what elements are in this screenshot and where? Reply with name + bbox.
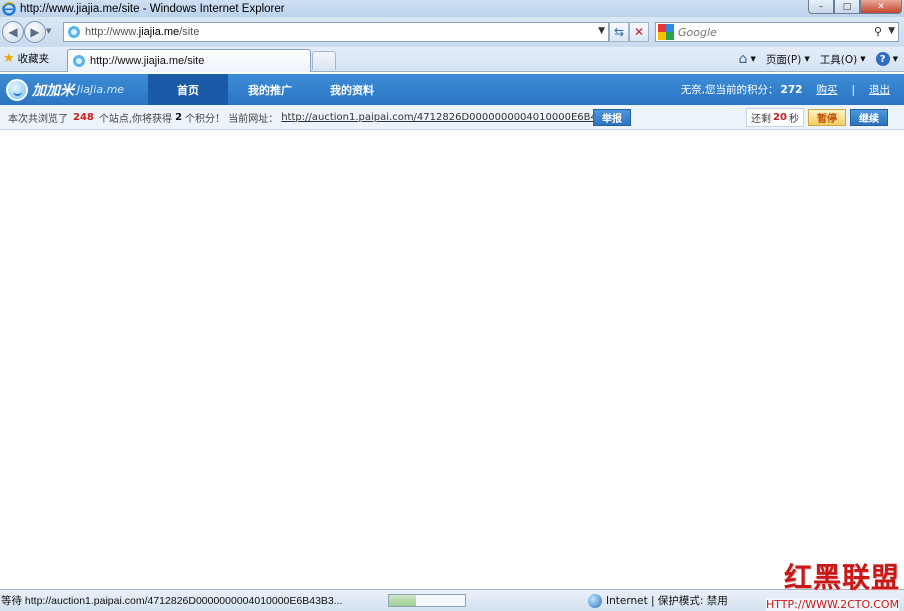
site-logo[interactable]: 加加米 JiaJia.me — [0, 74, 148, 105]
globe-icon — [588, 593, 602, 608]
user-points-area: 无奈,您当前的积分： 272 购买 | 退出 — [681, 74, 890, 105]
new-tab-button[interactable] — [312, 51, 336, 70]
points-earned: 2 — [175, 111, 183, 123]
address-dropdown-icon[interactable]: ▼ — [598, 26, 605, 36]
info-suffix: 个积分！ 当前网址： — [185, 113, 279, 125]
logo-bubble-icon — [6, 78, 28, 101]
search-box[interactable]: ⚲ ▼ — [655, 22, 899, 42]
site-count: 248 — [73, 111, 94, 123]
page-content-area — [0, 131, 904, 589]
browse-info-bar: 本次共浏览了 248 个站点,你将获得 2 个积分！ 当前网址： http://… — [0, 105, 904, 130]
tab-favicon-icon — [73, 55, 85, 67]
help-icon: ? — [875, 52, 890, 66]
search-input[interactable] — [678, 25, 858, 39]
window-title-bar: http://www.jiajia.me/site - Windows Inte… — [0, 0, 904, 17]
status-bar: 等待 http://auction1.paipai.com/4712826D00… — [0, 589, 904, 611]
continue-button[interactable]: 继续 — [850, 109, 888, 126]
stop-icon: ✕ — [633, 25, 645, 39]
current-url-link[interactable]: http://auction1.paipai.com/4712826D00000… — [281, 112, 616, 123]
home-icon: ⌂ — [738, 51, 748, 67]
logo-text-cn: 加加米 — [32, 82, 74, 99]
nav-item-profile[interactable]: 我的资料 — [314, 74, 390, 105]
help-button[interactable]: ? ▼ — [875, 52, 898, 66]
nav-item-home[interactable]: 首页 — [148, 74, 228, 105]
forward-arrow-icon: ▶ — [30, 25, 40, 39]
forward-button[interactable]: ▶ — [24, 21, 46, 43]
points-greeting: 无奈,您当前的积分： — [680, 84, 779, 96]
ie-icon — [2, 1, 16, 16]
pause-button[interactable]: 暂停 — [808, 109, 846, 126]
back-button[interactable]: ◀ — [2, 21, 24, 43]
refresh-icon: ⇆ — [613, 25, 625, 39]
countdown-unit: 秒 — [788, 114, 799, 125]
tools-menu-button[interactable]: 工具(O) ▼ — [820, 52, 866, 67]
loading-progress-bar — [388, 594, 466, 607]
history-dropdown-icon[interactable]: ▼ — [46, 27, 51, 35]
address-toolbar: ◀ ▶ ▼ http://www.jiajia.me/site ▼ ⇆ ✕ ⚲ … — [0, 17, 904, 47]
maximize-button[interactable]: □ — [834, 0, 860, 14]
search-options-dropdown-icon[interactable]: ▼ — [888, 26, 895, 36]
report-button[interactable]: 举报 — [593, 109, 631, 126]
tab-toolbar: ★ 收藏夹 http://www.jiajia.me/site ⌂ ▼ 页面(P)… — [0, 47, 904, 72]
search-icon[interactable]: ⚲ — [874, 25, 882, 38]
points-value: 272 — [780, 83, 803, 96]
favorites-label: 收藏夹 — [17, 53, 50, 65]
stop-button[interactable]: ✕ — [629, 22, 649, 42]
zone-label: Internet | 保护模式: 禁用 — [606, 595, 728, 607]
countdown-seconds: 20 — [773, 112, 787, 123]
favorites-star-icon: ★ — [3, 51, 15, 66]
info-mid: 个站点,你将获得 — [98, 113, 173, 125]
tools-menu-label: 工具(O) — [819, 53, 858, 66]
address-url[interactable]: http://www.jiajia.me/site — [85, 26, 199, 38]
site-nav-bar: 加加米 JiaJia.me 首页 我的推广 我的资料 无奈,您当前的积分： 27… — [0, 74, 904, 105]
progress-fill — [389, 595, 416, 606]
page-menu-button[interactable]: 页面(P) ▼ — [766, 52, 810, 67]
browser-tab[interactable]: http://www.jiajia.me/site — [67, 49, 311, 72]
security-zone[interactable]: Internet | 保护模式: 禁用 — [588, 593, 728, 608]
status-text: 等待 http://auction1.paipai.com/4712826D00… — [1, 595, 343, 607]
command-bar: ⌂ ▼ 页面(P) ▼ 工具(O) ▼ ? ▼ — [729, 51, 898, 67]
google-icon — [658, 24, 674, 40]
info-prefix: 本次共浏览了 — [8, 113, 68, 125]
address-bar[interactable]: http://www.jiajia.me/site ▼ — [63, 22, 609, 42]
countdown-display: 还剩 20 秒 — [746, 108, 804, 127]
home-button[interactable]: ⌂ ▼ — [739, 51, 756, 67]
countdown-prefix: 还剩 — [751, 114, 772, 125]
page-favicon-icon — [68, 26, 80, 38]
logo-text-en: JiaJia.me — [77, 83, 125, 96]
tab-label: http://www.jiajia.me/site — [90, 55, 205, 67]
refresh-button[interactable]: ⇆ — [609, 22, 629, 42]
buy-points-link[interactable]: 购买 — [816, 82, 837, 97]
nav-separator: | — [851, 83, 855, 96]
nav-item-promotion[interactable]: 我的推广 — [232, 74, 308, 105]
favorites-button[interactable]: ★ 收藏夹 — [3, 51, 49, 66]
logout-link[interactable]: 退出 — [869, 82, 890, 97]
close-window-button[interactable]: ✕ — [860, 0, 902, 14]
back-arrow-icon: ◀ — [8, 25, 18, 39]
window-title: http://www.jiajia.me/site - Windows Inte… — [20, 2, 285, 15]
page-menu-label: 页面(P) — [765, 53, 802, 66]
minimize-button[interactable]: – — [808, 0, 834, 14]
